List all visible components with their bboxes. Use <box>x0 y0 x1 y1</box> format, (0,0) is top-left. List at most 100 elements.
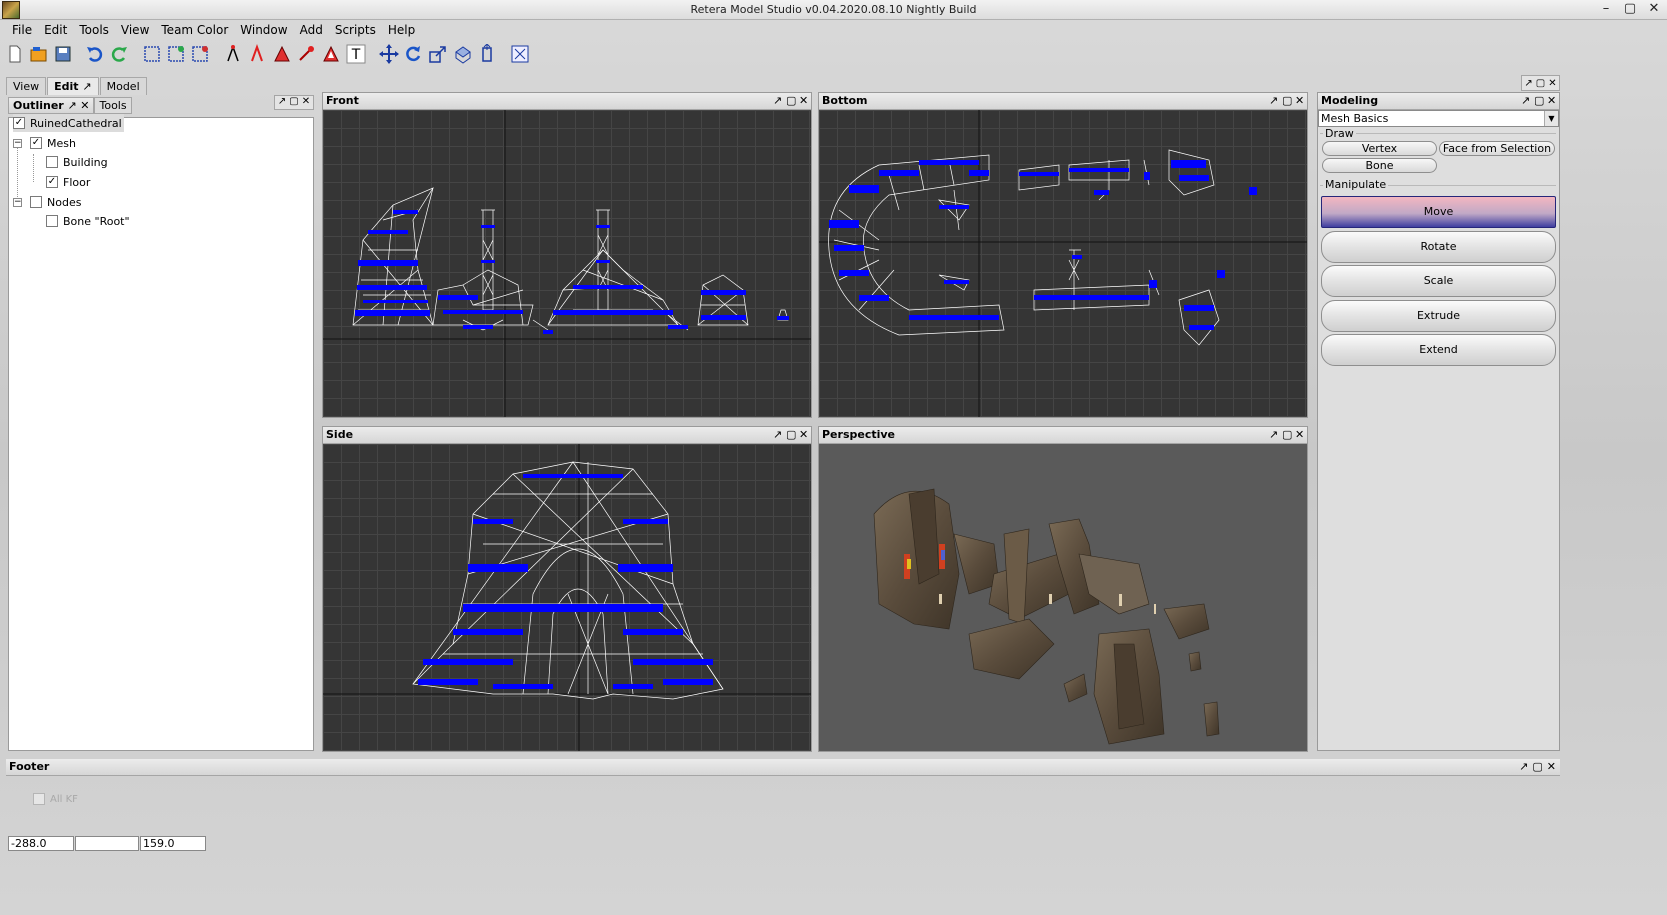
tree-item-mesh[interactable]: ✓ Mesh <box>30 134 76 152</box>
select-region-icon[interactable] <box>141 43 163 65</box>
undock-icon[interactable]: ↗ <box>773 427 782 443</box>
maximize-icon[interactable]: ▢ <box>1282 427 1292 443</box>
tab-model[interactable]: Model <box>99 77 147 95</box>
undock-icon[interactable]: ↗ <box>773 93 782 109</box>
move-tool-icon[interactable] <box>378 43 400 65</box>
move-button[interactable]: Move <box>1321 196 1556 228</box>
undock-icon[interactable]: ↗ <box>1519 759 1528 775</box>
close-icon[interactable]: ✕ <box>302 96 310 109</box>
menu-add[interactable]: Add <box>294 20 329 40</box>
all-kf-checkbox[interactable]: All KF <box>33 793 78 805</box>
mode-select[interactable]: Mesh Basics ▼ <box>1318 110 1559 127</box>
maximize-icon[interactable]: ▢ <box>289 96 298 109</box>
face-from-selection-button[interactable]: Face from Selection <box>1439 141 1555 156</box>
checkbox-checked[interactable]: ✓ <box>30 137 42 149</box>
select-triangles-icon[interactable] <box>320 43 342 65</box>
text-tool-icon[interactable]: T <box>345 43 367 65</box>
collapse-icon[interactable]: − <box>13 198 22 207</box>
select-faces-icon[interactable] <box>271 43 293 65</box>
menu-team-color[interactable]: Team Color <box>155 20 234 40</box>
tab-view[interactable]: View <box>6 77 47 95</box>
maximize-icon[interactable]: ▢ <box>1536 78 1545 89</box>
undock-icon[interactable]: ↗ <box>1269 93 1278 109</box>
select-vertices-icon[interactable] <box>222 43 244 65</box>
undock-icon[interactable]: ↗ <box>1521 93 1530 109</box>
tree-item-bone-root[interactable]: Bone "Root" <box>46 212 130 230</box>
extend-button[interactable]: Extend <box>1321 334 1556 366</box>
checkbox-checked[interactable]: ✓ <box>13 117 25 129</box>
minimize-icon[interactable]: – <box>1599 1 1613 17</box>
extrude-tool-icon[interactable] <box>452 43 474 65</box>
perspective-viewport[interactable] <box>819 444 1307 751</box>
checkbox-unchecked[interactable] <box>33 793 45 805</box>
side-viewport[interactable] <box>323 444 811 751</box>
close-icon[interactable]: ✕ <box>799 93 808 109</box>
vertex-button[interactable]: Vertex <box>1322 141 1437 156</box>
viewport-header: Front ↗ ▢ ✕ <box>323 93 811 110</box>
text-tool-glyph: T <box>351 47 361 63</box>
scale-button[interactable]: Scale <box>1321 265 1556 297</box>
snap-icon[interactable] <box>509 43 531 65</box>
modeling-header: Modeling ↗ ▢ ✕ <box>1318 93 1559 110</box>
close-icon[interactable]: ✕ <box>799 427 808 443</box>
tree-item-nodes[interactable]: Nodes <box>30 193 81 211</box>
maximize-icon[interactable]: ▢ <box>1623 1 1637 17</box>
tree-item-label: Mesh <box>47 136 76 150</box>
chevron-down-icon[interactable]: ▼ <box>1544 111 1558 126</box>
undock-icon[interactable]: ↗ <box>1524 78 1532 89</box>
coord-x-field[interactable]: -288.0 <box>8 836 74 851</box>
select-remove-icon[interactable] <box>189 43 211 65</box>
tree-item-root[interactable]: ✓ RuinedCathedral <box>13 114 124 132</box>
new-file-icon[interactable] <box>4 43 26 65</box>
tree-item-floor[interactable]: ✓ Floor <box>46 173 90 191</box>
coord-y-field[interactable] <box>75 836 139 851</box>
menu-file[interactable]: File <box>6 20 38 40</box>
close-icon[interactable]: ✕ <box>1547 759 1556 775</box>
maximize-icon[interactable]: ▢ <box>786 427 796 443</box>
mode-select-value: Mesh Basics <box>1321 112 1389 125</box>
close-icon[interactable]: ✕ <box>1647 1 1661 17</box>
rotate-button[interactable]: Rotate <box>1321 231 1556 263</box>
extend-tool-icon[interactable] <box>476 43 498 65</box>
checkbox-unchecked[interactable] <box>46 215 58 227</box>
menu-window[interactable]: Window <box>234 20 293 40</box>
tab-tools[interactable]: Tools <box>94 97 132 114</box>
scale-tool-icon[interactable] <box>427 43 449 65</box>
pin-icon: ↗ <box>82 80 92 93</box>
rotate-tool-icon[interactable] <box>402 43 424 65</box>
menu-edit[interactable]: Edit <box>38 20 73 40</box>
checkbox-unchecked[interactable] <box>30 196 42 208</box>
menu-tools[interactable]: Tools <box>73 20 115 40</box>
select-groups-icon[interactable] <box>295 43 317 65</box>
maximize-icon[interactable]: ▢ <box>1534 93 1544 109</box>
undock-icon[interactable]: ↗ <box>278 96 286 109</box>
select-add-icon[interactable] <box>165 43 187 65</box>
menu-view[interactable]: View <box>115 20 155 40</box>
checkbox-checked[interactable]: ✓ <box>46 176 58 188</box>
menu-help[interactable]: Help <box>382 20 421 40</box>
bottom-viewport[interactable] <box>819 110 1307 417</box>
extrude-button[interactable]: Extrude <box>1321 300 1556 332</box>
coord-z-field[interactable]: 159.0 <box>140 836 206 851</box>
front-viewport[interactable] <box>323 110 811 417</box>
collapse-icon[interactable]: − <box>13 139 22 148</box>
close-icon[interactable]: ✕ <box>1547 93 1556 109</box>
close-icon[interactable]: ✕ <box>1548 78 1556 89</box>
redo-icon[interactable] <box>108 43 130 65</box>
open-file-icon[interactable] <box>28 43 50 65</box>
close-icon[interactable]: ✕ <box>1295 93 1304 109</box>
bone-button[interactable]: Bone <box>1322 158 1437 173</box>
maximize-icon[interactable]: ▢ <box>1282 93 1292 109</box>
maximize-icon[interactable]: ▢ <box>786 93 796 109</box>
undock-icon[interactable]: ↗ <box>1269 427 1278 443</box>
close-icon[interactable]: ✕ <box>1295 427 1304 443</box>
save-icon[interactable] <box>52 43 74 65</box>
select-edges-icon[interactable] <box>246 43 268 65</box>
checkbox-unchecked[interactable] <box>46 156 58 168</box>
tab-edit[interactable]: Edit ↗ <box>47 77 99 95</box>
undo-icon[interactable] <box>84 43 106 65</box>
menu-scripts[interactable]: Scripts <box>329 20 382 40</box>
tree-item-building[interactable]: Building <box>46 153 108 171</box>
tab-outliner[interactable]: Outliner ↗ ✕ <box>8 97 95 114</box>
maximize-icon[interactable]: ▢ <box>1532 759 1542 775</box>
